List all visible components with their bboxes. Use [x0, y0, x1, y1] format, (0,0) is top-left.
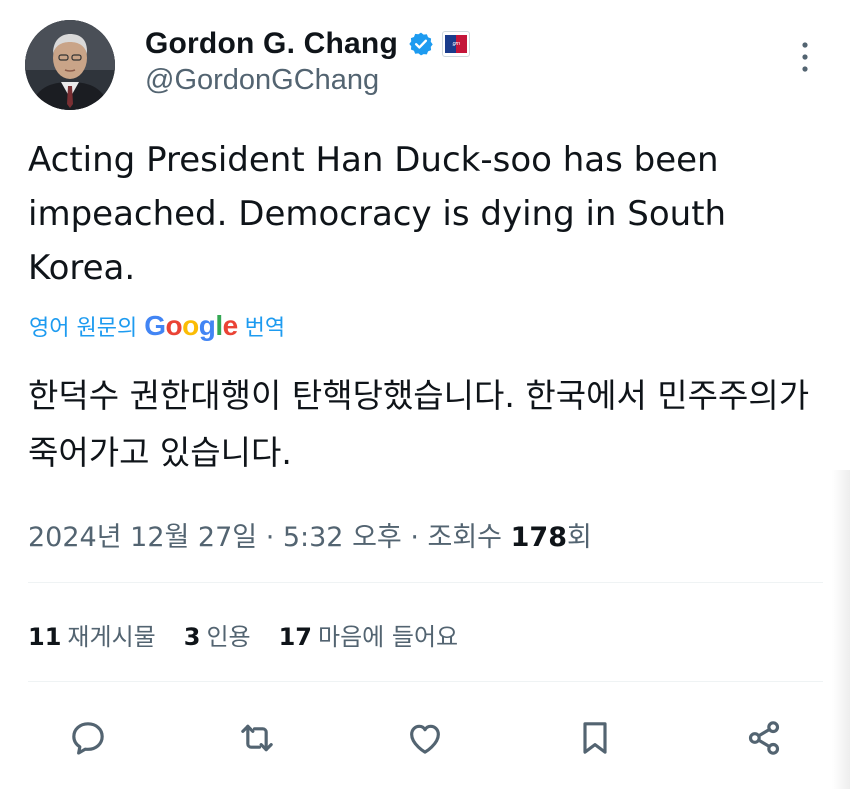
more-options-icon[interactable] — [795, 40, 815, 74]
divider — [28, 582, 823, 583]
avatar[interactable] — [25, 20, 115, 110]
author-name[interactable]: Gordon G. Chang — [145, 27, 398, 61]
timestamp[interactable]: 2024년 12월 27일 · 5:32 오후 · 조회수 — [28, 522, 502, 553]
like-icon[interactable] — [395, 708, 455, 768]
scroll-edge — [832, 470, 850, 789]
bookmark-icon[interactable] — [565, 708, 625, 768]
repost-icon[interactable] — [227, 708, 287, 768]
action-bar — [0, 708, 850, 768]
tweet-text: Acting President Han Duck-soo has been i… — [28, 140, 727, 288]
google-logo: Google — [144, 310, 238, 341]
share-icon[interactable] — [734, 708, 794, 768]
likes-stat[interactable]: 17 마음에 들어요 — [279, 617, 459, 652]
affiliate-badge-icon[interactable]: ᵍᵐ — [441, 31, 470, 57]
reply-icon[interactable] — [58, 708, 118, 768]
reposts-stat[interactable]: 11 재게시물 — [28, 617, 156, 652]
verified-badge-icon[interactable] — [408, 31, 434, 57]
view-count: 178 — [510, 522, 567, 553]
engagement-stats: 11 재게시물 3 인용 17 마음에 들어요 — [28, 614, 486, 654]
view-suffix: 회 — [567, 522, 592, 553]
translate-prefix: 영어 원문의 — [29, 316, 138, 341]
svg-text:ᵍᵐ: ᵍᵐ — [452, 40, 460, 49]
translate-attribution[interactable]: 영어 원문의 Google 번역 — [29, 308, 285, 344]
user-avatar-image — [25, 20, 115, 110]
divider — [28, 681, 823, 682]
quotes-stat[interactable]: 3 인용 — [184, 617, 251, 652]
tweet-meta: 2024년 12월 27일 · 5:32 오후 · 조회수 178회 — [28, 515, 592, 554]
author-handle[interactable]: @GordonGChang — [145, 64, 379, 97]
translate-suffix: 번역 — [244, 316, 286, 341]
translated-text: 한덕수 권한대행이 탄핵당했습니다. 한국에서 민주주의가 죽어가고 있습니다. — [28, 376, 810, 472]
